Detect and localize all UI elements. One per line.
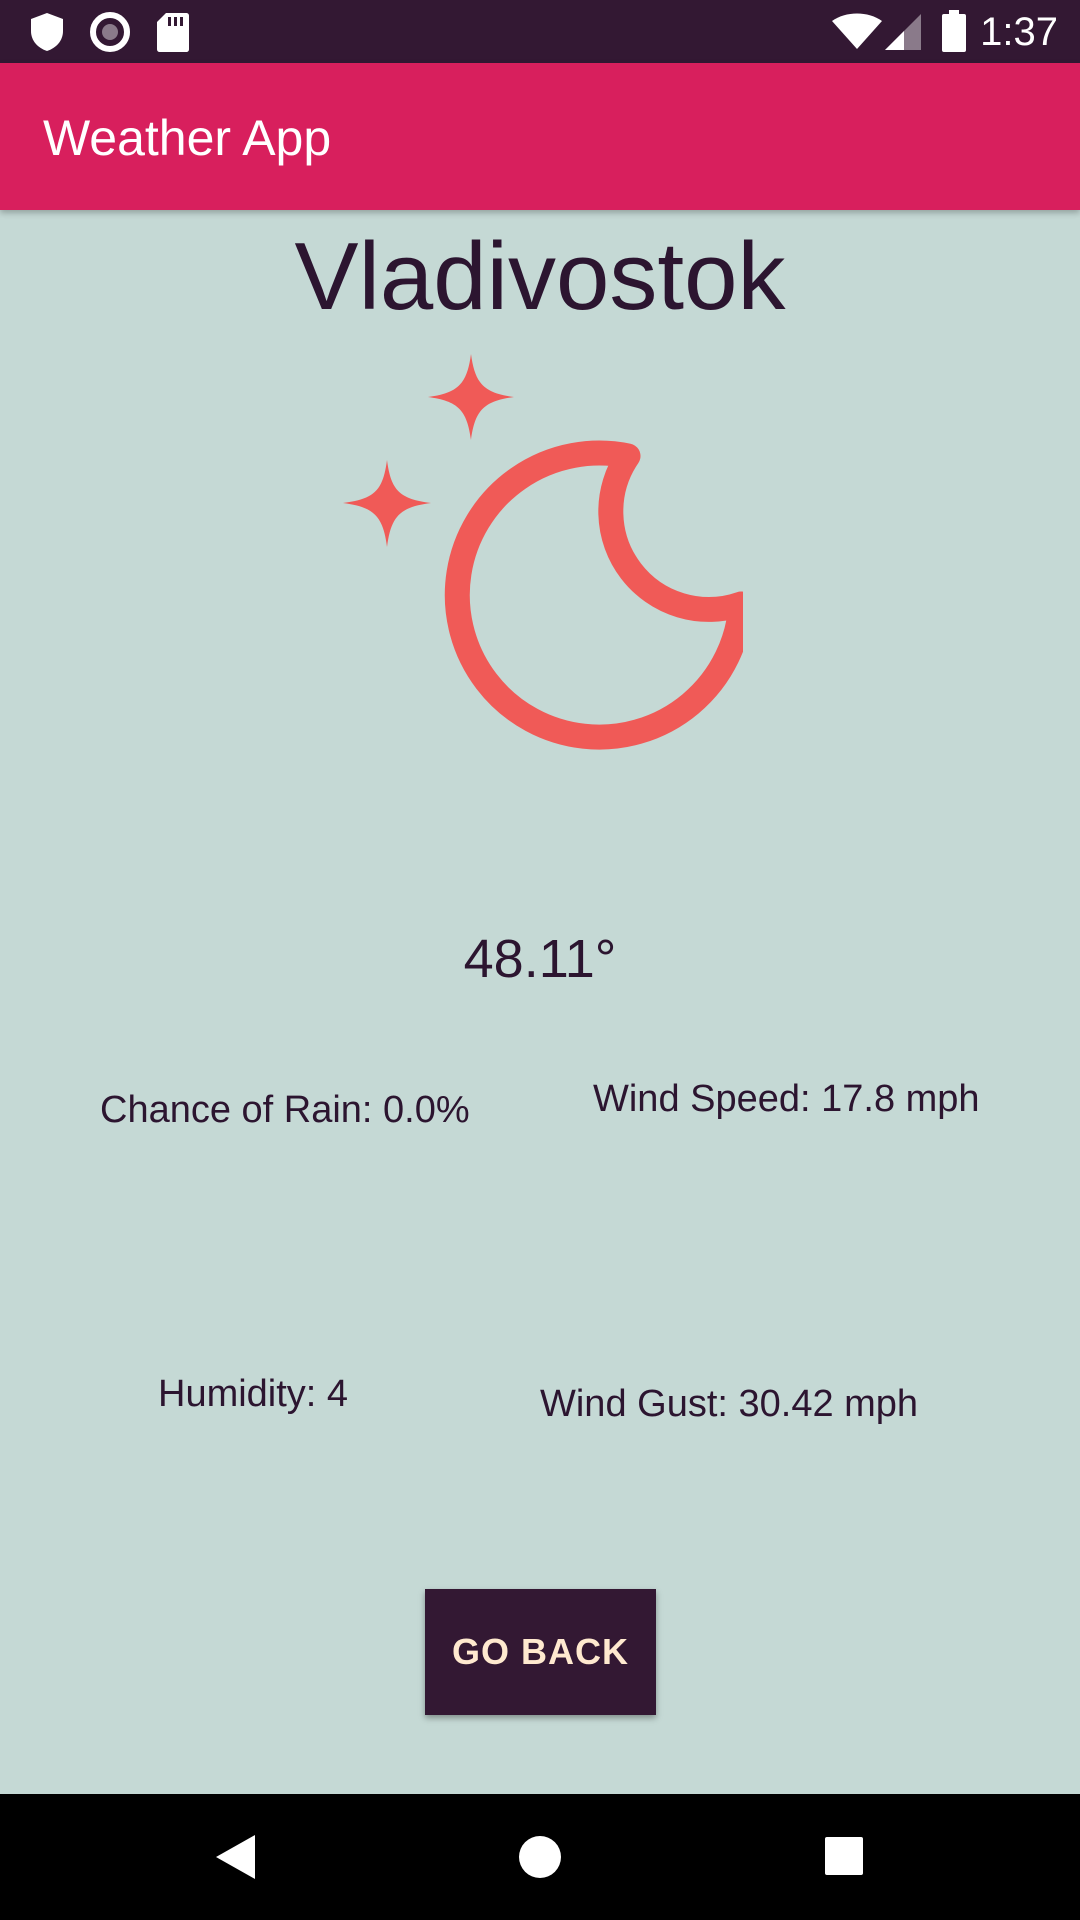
clear-night-moon-stars-icon [343, 354, 743, 750]
go-back-button[interactable]: GO BACK [425, 1589, 656, 1715]
record-icon [90, 12, 130, 52]
home-icon[interactable] [518, 1835, 562, 1879]
wifi-icon [832, 13, 882, 49]
shield-icon [31, 13, 63, 51]
app-bar: Weather App [0, 63, 1080, 210]
app-title: Weather App [43, 110, 332, 166]
star-icon [343, 460, 431, 547]
moon-icon [444, 440, 743, 750]
temperature-value: 48.11° [463, 929, 617, 989]
star-icon [428, 354, 514, 440]
chance-of-rain-label: Chance of Rain: 0.0% [100, 1089, 470, 1131]
status-time: 1:37 [980, 10, 1058, 54]
weather-detail-screen: 1:37 Weather App Vladivostok 48.11° Chan… [0, 0, 1080, 1920]
cell-signal-icon [885, 14, 921, 50]
wind-gust-label: Wind Gust: 30.42 mph [540, 1383, 919, 1425]
city-name: Vladivostok [294, 223, 786, 330]
sd-card-icon [157, 13, 189, 52]
battery-icon [942, 10, 966, 52]
back-icon[interactable] [213, 1833, 257, 1881]
status-bar: 1:37 [0, 0, 1080, 63]
recents-icon[interactable] [824, 1836, 864, 1876]
humidity-label: Humidity: 4 [158, 1373, 349, 1415]
navigation-bar [0, 1794, 1080, 1920]
wind-speed-label: Wind Speed: 17.8 mph [593, 1078, 980, 1120]
